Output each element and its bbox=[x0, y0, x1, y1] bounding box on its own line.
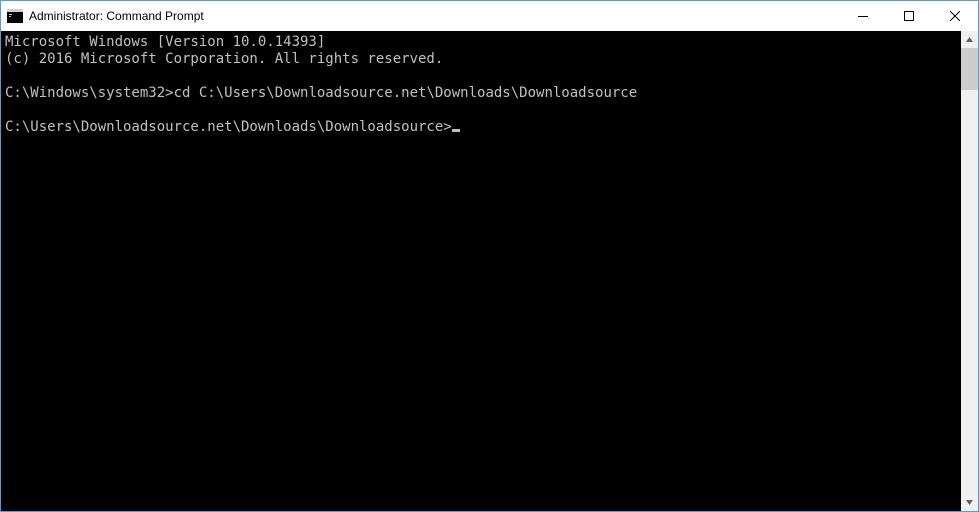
prompt-prefix: C:\Windows\system32> bbox=[5, 85, 174, 101]
window-title: Administrator: Command Prompt bbox=[29, 9, 204, 23]
cursor-icon bbox=[452, 129, 460, 132]
scroll-down-button[interactable] bbox=[961, 494, 978, 511]
terminal-blank-line bbox=[5, 68, 961, 85]
scroll-thumb[interactable] bbox=[961, 48, 978, 90]
maximize-button[interactable] bbox=[886, 1, 932, 30]
prompt-prefix: C:\Users\Downloadsource.net\Downloads\Do… bbox=[5, 119, 452, 135]
close-button[interactable] bbox=[932, 1, 978, 30]
terminal-line: C:\Users\Downloadsource.net\Downloads\Do… bbox=[5, 119, 961, 136]
minimize-button[interactable] bbox=[840, 1, 886, 30]
vertical-scrollbar[interactable] bbox=[961, 31, 978, 511]
scroll-track[interactable] bbox=[961, 48, 978, 494]
titlebar[interactable]: Administrator: Command Prompt bbox=[1, 1, 978, 31]
terminal-line: Microsoft Windows [Version 10.0.14393] bbox=[5, 34, 961, 51]
scroll-up-button[interactable] bbox=[961, 31, 978, 48]
command-prompt-window: Administrator: Command Prompt Microsoft … bbox=[0, 0, 979, 512]
cmd-icon bbox=[7, 8, 23, 24]
window-controls bbox=[840, 1, 978, 31]
prompt-command: cd C:\Users\Downloadsource.net\Downloads… bbox=[174, 85, 638, 101]
terminal-output[interactable]: Microsoft Windows [Version 10.0.14393](c… bbox=[1, 31, 961, 511]
client-area: Microsoft Windows [Version 10.0.14393](c… bbox=[1, 31, 978, 511]
terminal-line: (c) 2016 Microsoft Corporation. All righ… bbox=[5, 51, 961, 68]
terminal-line: C:\Windows\system32>cd C:\Users\Download… bbox=[5, 85, 961, 102]
terminal-blank-line bbox=[5, 102, 961, 119]
